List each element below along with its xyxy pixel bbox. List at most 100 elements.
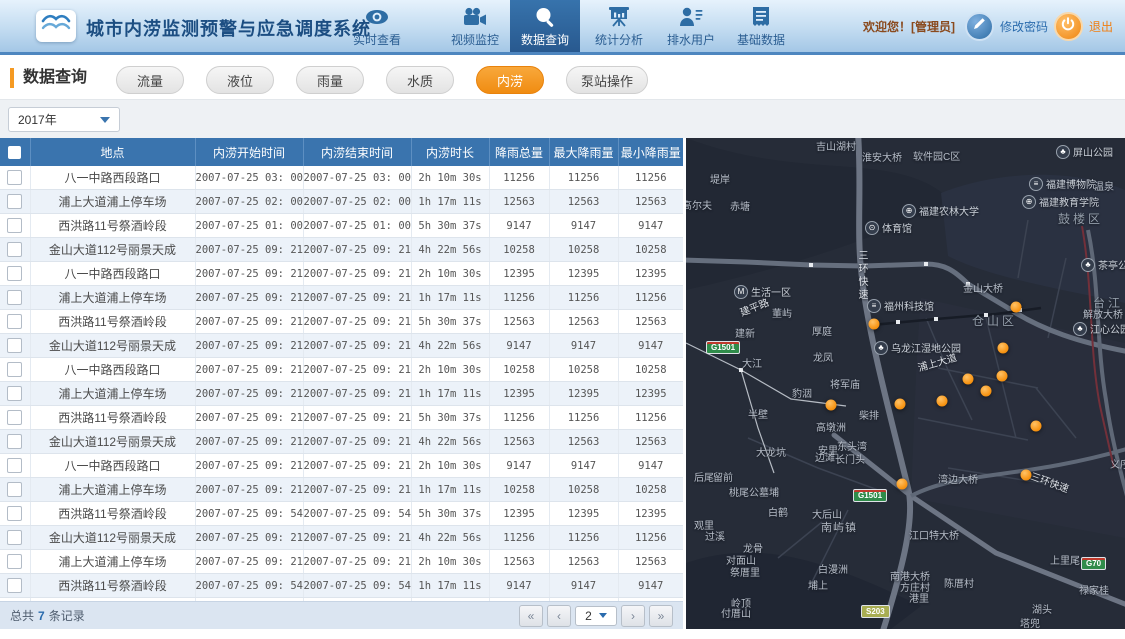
chart-icon: [608, 5, 630, 29]
map-place-label: 白鹤: [768, 508, 788, 519]
map-poi-label: 福建博物院: [1046, 180, 1096, 191]
waterlogging-marker[interactable]: [1010, 301, 1022, 313]
prev-page-button[interactable]: ‹: [547, 604, 571, 627]
waterlogging-marker[interactable]: [894, 398, 906, 410]
table-row: 浦上大道浦上停车场 2007-07-25 09: 21 2007-07-25 09:…: [0, 381, 683, 406]
row-checkbox[interactable]: [7, 554, 23, 570]
nav-item-realtime[interactable]: 实时查看: [342, 0, 412, 52]
cell-location: 西洪路11号祭酒岭段: [30, 213, 196, 238]
map-place-label: 后尾: [694, 473, 714, 484]
last-page-button[interactable]: »: [649, 604, 673, 627]
row-checkbox[interactable]: [7, 314, 23, 330]
cell-value: 4h 22m 56s: [411, 525, 490, 550]
row-checkbox[interactable]: [7, 338, 23, 354]
row-checkbox[interactable]: [7, 194, 23, 210]
table-row: 西洪路11号祭酒岭段 2007-07-25 09: 21 2007-07-25 09…: [0, 405, 683, 430]
logout-link[interactable]: 退出: [1089, 18, 1113, 35]
map-place-label: 江口特大桥: [909, 531, 959, 542]
next-page-button[interactable]: ›: [621, 604, 645, 627]
map-poi: ♣江心公园: [1073, 321, 1125, 336]
waterlogging-marker[interactable]: [825, 399, 837, 411]
waterlogging-marker[interactable]: [936, 395, 948, 407]
metro-icon: M: [734, 284, 748, 299]
row-select-cell: [0, 381, 31, 406]
row-checkbox[interactable]: [7, 578, 23, 594]
cell-value: 2h 10m 30s: [411, 166, 490, 190]
row-checkbox[interactable]: [7, 506, 23, 522]
table-footer: 总共 7 条记录 « ‹ 2 › »: [0, 601, 683, 629]
row-checkbox[interactable]: [7, 362, 23, 378]
cell-value: 2007-07-25 09: 21: [195, 285, 304, 310]
nav-item-drain-users[interactable]: 排水用户: [656, 0, 726, 52]
waterlogging-marker[interactable]: [896, 478, 908, 490]
cell-value: 9147: [489, 453, 550, 478]
nav-item-label: 视频监控: [450, 32, 499, 47]
row-select-cell: [0, 429, 31, 454]
map-poi: ⊕ 福建农林大学: [902, 203, 979, 218]
cell-value: 11256: [549, 405, 619, 430]
row-checkbox[interactable]: [7, 458, 23, 474]
waterlogging-marker[interactable]: [980, 385, 992, 397]
map-place-label: 大龙坑: [756, 448, 786, 459]
cell-value: 12563: [618, 189, 683, 214]
logout-button[interactable]: [1053, 11, 1083, 41]
cell-location: 西洪路11号祭酒岭段: [30, 405, 196, 430]
cell-value: 2007-07-25 09: 21: [303, 381, 412, 406]
tab-water-quality[interactable]: 水质: [386, 66, 454, 94]
column-header: 内涝开始时间: [195, 138, 304, 166]
cell-value: 12395: [618, 501, 683, 526]
change-password-button[interactable]: [964, 11, 994, 41]
row-checkbox[interactable]: [7, 218, 23, 234]
first-page-button[interactable]: «: [519, 604, 543, 627]
select-all-checkbox[interactable]: [8, 146, 22, 160]
waterlogging-marker[interactable]: [1020, 469, 1032, 481]
page-select[interactable]: 2: [575, 605, 617, 626]
waterlogging-marker[interactable]: [962, 373, 974, 385]
waterlogging-marker[interactable]: [868, 318, 880, 330]
tab-pump[interactable]: 泵站操作: [566, 66, 649, 94]
nav-item-stats[interactable]: 统计分析: [584, 0, 654, 52]
waterlogging-marker[interactable]: [996, 370, 1008, 382]
row-checkbox[interactable]: [7, 434, 23, 450]
row-checkbox[interactable]: [7, 242, 23, 258]
waterlogging-marker[interactable]: [1030, 420, 1042, 432]
table-row: 八一中路西段路口 2007-07-25 09: 21 2007-07-25 09: …: [0, 261, 683, 286]
map-panel[interactable]: 吉山湖村 淮安大桥 软件园C区 ♣ 屏山公园 堤岸 ≡ 福建博物院 温泉 高尔夫 赤塘 ⊕ 福建教育学院…: [686, 138, 1125, 629]
waterlogging-marker[interactable]: [997, 342, 1009, 354]
row-checkbox[interactable]: [7, 170, 23, 186]
nav-item-label: 排水用户: [666, 32, 715, 47]
tab-rain[interactable]: 雨量: [296, 66, 364, 94]
change-password-link[interactable]: 修改密码: [1000, 18, 1048, 35]
cell-value: 9147: [549, 213, 619, 238]
park-icon: ♣: [1081, 257, 1095, 272]
map-place-label: 过溪: [705, 532, 725, 543]
row-checkbox[interactable]: [7, 482, 23, 498]
nav-item-data-query[interactable]: 数据查询: [510, 0, 580, 52]
row-checkbox[interactable]: [7, 530, 23, 546]
row-checkbox[interactable]: [7, 386, 23, 402]
cell-value: 11256: [549, 166, 619, 190]
map-place-label: 祭厝里: [730, 568, 760, 579]
cell-value: 12395: [618, 261, 683, 286]
map-poi: ♣ 屏山公园: [1056, 144, 1113, 159]
camera-icon: [463, 5, 487, 29]
row-checkbox[interactable]: [7, 290, 23, 306]
cell-location: 浦上大道浦上停车场: [30, 285, 196, 310]
nav-item-base-data[interactable]: 基础数据: [726, 0, 796, 52]
cell-value: 2007-07-25 09: 21: [195, 309, 304, 334]
nav-item-video[interactable]: 视频监控: [440, 0, 510, 52]
table-header-row: 地点 内涝开始时间 内涝结束时间 内涝时长 降雨总量 最大降雨量 最小降雨量: [0, 138, 683, 166]
cell-value: 2h 10m 30s: [411, 549, 490, 574]
cell-location: 金山大道112号丽景天成: [30, 333, 196, 358]
school-icon: ⊕: [902, 203, 916, 218]
row-checkbox[interactable]: [7, 266, 23, 282]
tab-level[interactable]: 液位: [206, 66, 274, 94]
map-place-label: 金山大桥: [963, 284, 1003, 295]
cell-location: 八一中路西段路口: [30, 166, 196, 190]
tab-waterlogging[interactable]: 内涝: [476, 66, 544, 94]
tab-flow[interactable]: 流量: [116, 66, 184, 94]
main-nav: 实时查看 视频监控 数据查询 统计分析 排水用户 基础数据: [342, 0, 796, 52]
row-checkbox[interactable]: [7, 410, 23, 426]
year-select[interactable]: 2017年: [8, 107, 120, 132]
park-icon: ♣: [1073, 321, 1087, 336]
